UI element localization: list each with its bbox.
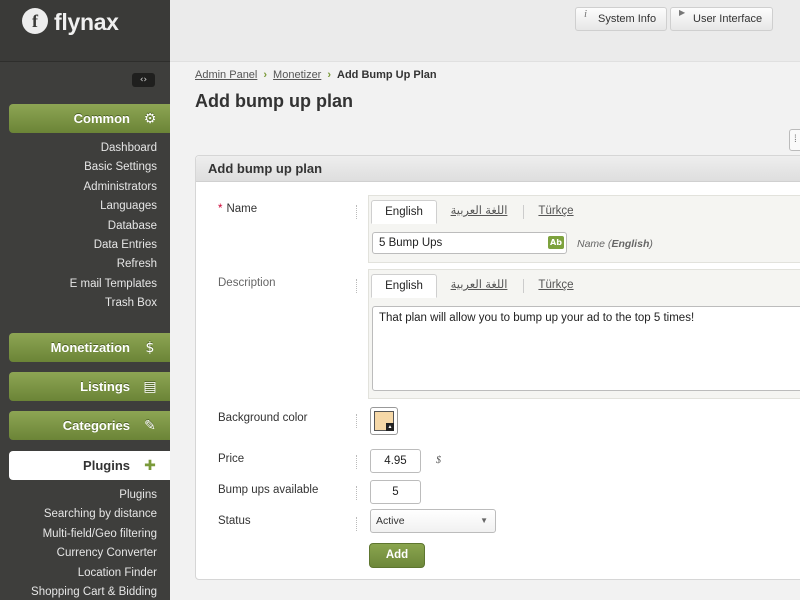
sidebar-item-email-templates[interactable]: E mail Templates [70, 275, 157, 294]
grid-menu-icon[interactable]: ⁞ [789, 129, 800, 151]
tab-english[interactable]: English [371, 200, 437, 224]
description-label: Description [218, 277, 276, 289]
name-lang-tabs: English اللغة العربية Türkçe 5 Bump Ups … [368, 195, 800, 263]
page-title: Add bump up plan [195, 91, 353, 111]
system-info-label: System Info [598, 13, 657, 25]
name-hint-suffix: ) [649, 238, 653, 250]
sidebar-item-multi-field-geo[interactable]: Multi-field/Geo filtering [31, 525, 157, 544]
tab-separator [523, 205, 524, 219]
tab-turkish[interactable]: Türkçe [531, 200, 581, 224]
add-button[interactable]: Add [369, 543, 425, 568]
breadcrumb-separator: › [327, 69, 332, 81]
menu-common-label: Common [73, 111, 130, 126]
field-separator [356, 455, 358, 469]
form-panel: Add bump up plan * Name English اللغة الع… [195, 155, 800, 580]
dollar-coin-icon: $ [145, 340, 155, 356]
name-hint: Name (English) [577, 238, 653, 250]
menu-monetization-label: Monetization [50, 340, 130, 355]
menu-listings[interactable]: Listings ▤ [9, 372, 170, 401]
tab-arabic[interactable]: اللغة العربية [449, 274, 509, 298]
name-hint-prefix: Name ( [577, 238, 612, 250]
name-label-text: Name [226, 203, 258, 215]
tab-turkish[interactable]: Türkçe [531, 274, 581, 298]
breadcrumb-monetizer[interactable]: Monetizer [273, 69, 321, 81]
multilingual-ab-icon[interactable]: Ab [548, 236, 564, 249]
description-textarea[interactable]: That plan will allow you to bump up your… [372, 306, 800, 391]
chevron-down-icon: ▼ [480, 516, 488, 525]
panel-title: Add bump up plan [196, 156, 800, 182]
status-select[interactable]: Active ▼ [370, 509, 496, 533]
field-separator [356, 279, 358, 293]
menu-common[interactable]: Common ⚙ [9, 104, 170, 133]
breadcrumb: Admin Panel › Monetizer › Add Bump Up Plan [195, 69, 437, 81]
menu-categories-label: Categories [62, 418, 130, 433]
sidebar-item-languages[interactable]: Languages [70, 197, 157, 216]
description-lang-tabs: English اللغة العربية Türkçe That plan w… [368, 269, 800, 399]
sidebar-item-searching-by-distance[interactable]: Searching by distance [31, 505, 157, 524]
background-color-label: Background color [218, 412, 308, 424]
tab-arabic[interactable]: اللغة العربية [449, 200, 509, 224]
sidebar: f flynax ‹› Common ⚙ Dashboard Basic Set… [0, 0, 170, 600]
color-swatch-fill: ▲ [374, 411, 394, 431]
status-select-value: Active [376, 515, 405, 527]
sidebar-item-refresh[interactable]: Refresh [70, 255, 157, 274]
sidebar-item-location-finder[interactable]: Location Finder [31, 564, 157, 583]
breadcrumb-current: Add Bump Up Plan [337, 69, 437, 81]
tag-icon: ✎ [144, 418, 156, 434]
common-submenu: Dashboard Basic Settings Administrators … [70, 139, 157, 314]
bumpups-input[interactable]: 5 [370, 480, 421, 504]
menu-plugins[interactable]: Plugins ✚ [9, 451, 170, 480]
sidebar-item-data-entries[interactable]: Data Entries [70, 236, 157, 255]
sidebar-item-administrators[interactable]: Administrators [70, 178, 158, 197]
bumpups-label: Bump ups available [218, 484, 319, 496]
price-label: Price [218, 453, 245, 465]
menu-categories[interactable]: Categories ✎ [9, 411, 170, 440]
sidebar-item-shopping-cart[interactable]: Shopping Cart & Bidding [31, 583, 157, 600]
plugins-submenu: Plugins Searching by distance Multi-fiel… [31, 486, 157, 600]
breadcrumb-separator: › [263, 69, 268, 81]
field-separator [356, 517, 358, 531]
name-hint-lang: English [611, 238, 650, 250]
user-interface-button[interactable]: ▶ User Interface [670, 7, 774, 31]
listings-icon: ▤ [143, 379, 157, 395]
sidebar-item-dashboard[interactable]: Dashboard [70, 139, 157, 158]
system-info-button[interactable]: i System Info [575, 7, 668, 31]
field-separator [356, 414, 358, 428]
logo-text: flynax [54, 9, 119, 35]
name-input[interactable]: 5 Bump Ups [372, 232, 567, 254]
puzzle-icon: ✚ [144, 458, 156, 474]
logo-icon: f [22, 8, 48, 34]
field-separator [356, 205, 358, 219]
sidebar-item-basic-settings[interactable]: Basic Settings [70, 158, 157, 177]
play-icon: ▶ [679, 8, 686, 17]
tab-english[interactable]: English [371, 274, 437, 298]
sidebar-item-currency-converter[interactable]: Currency Converter [31, 544, 157, 563]
logo-area: f flynax [0, 0, 170, 62]
top-bar: i System Info ▶ User Interface [170, 0, 800, 62]
menu-monetization[interactable]: Monetization $ [9, 333, 170, 362]
sidebar-item-plugins[interactable]: Plugins [31, 486, 157, 505]
menu-plugins-label: Plugins [83, 458, 130, 473]
user-interface-label: User Interface [693, 13, 763, 25]
required-marker: * [218, 203, 223, 215]
collapse-sidebar-button[interactable]: ‹› [132, 73, 155, 87]
breadcrumb-admin-panel[interactable]: Admin Panel [195, 69, 257, 81]
info-icon: i [584, 8, 588, 20]
currency-symbol: $ [436, 455, 441, 466]
name-label: * Name [218, 203, 257, 215]
gear-icon: ⚙ [143, 111, 157, 127]
tab-separator [523, 279, 524, 293]
field-separator [356, 486, 358, 500]
price-input[interactable]: 4.95 [370, 449, 421, 473]
sidebar-item-database[interactable]: Database [70, 217, 157, 236]
status-label: Status [218, 515, 251, 527]
sidebar-item-trash-box[interactable]: Trash Box [70, 294, 157, 313]
background-color-picker[interactable]: ▲ [370, 407, 398, 435]
menu-listings-label: Listings [80, 379, 130, 394]
picker-corner-icon: ▲ [386, 423, 394, 431]
